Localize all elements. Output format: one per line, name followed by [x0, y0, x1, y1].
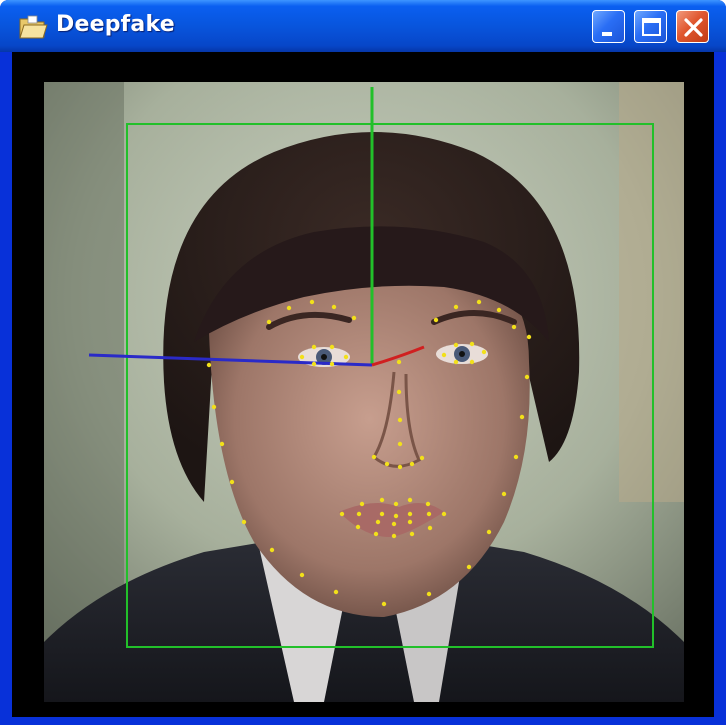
window-title: Deepfake [56, 12, 175, 37]
right-pupil [459, 351, 465, 357]
maximize-icon [642, 18, 661, 36]
title-bar[interactable]: Deepfake [0, 0, 726, 52]
app-window: Deepfake [0, 0, 726, 725]
video-frame [44, 82, 684, 702]
minimize-icon [602, 32, 612, 36]
client-area [12, 52, 714, 717]
window-light [619, 82, 684, 502]
folder-icon [18, 13, 48, 41]
close-icon [684, 18, 703, 37]
close-button[interactable] [676, 10, 709, 43]
maximize-button[interactable] [634, 10, 667, 43]
minimize-button[interactable] [592, 10, 625, 43]
left-pupil [321, 354, 327, 360]
